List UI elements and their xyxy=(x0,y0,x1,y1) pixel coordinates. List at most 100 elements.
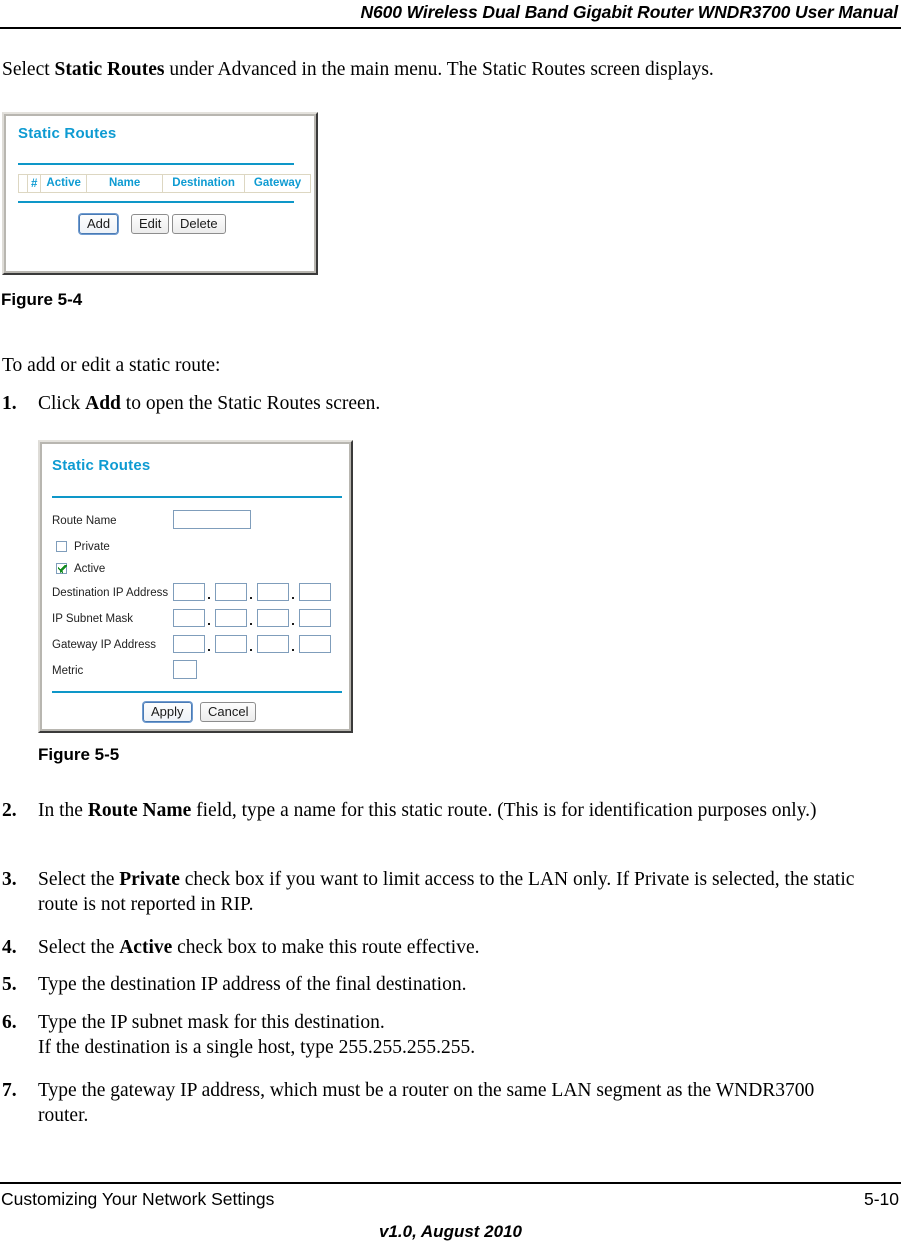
ui-divider-bottom-1 xyxy=(18,201,294,203)
step-number: 1. xyxy=(2,393,17,414)
step-number: 2. xyxy=(2,800,17,821)
private-label: Private xyxy=(74,541,110,553)
gateway-ip-octet-4[interactable] xyxy=(299,635,331,653)
step-item-5: 5. Type the destination IP address of th… xyxy=(2,972,882,997)
step-item-3: 3. Select the Private check box if you w… xyxy=(2,867,882,917)
table-header-active: Active xyxy=(40,174,87,193)
step-text-bold: Active xyxy=(119,937,173,958)
octet-separator-dot xyxy=(208,597,210,599)
route-name-input[interactable] xyxy=(173,510,251,529)
step-number: 4. xyxy=(2,937,17,958)
static-routes-table: # Active Name Destination Gateway xyxy=(18,174,312,193)
step-text-bold: Add xyxy=(85,393,121,414)
metric-label: Metric xyxy=(52,665,84,677)
footer-page-number: 5-10 xyxy=(863,1189,899,1209)
screenshot-static-routes-list: Static Routes # Active Name Destination … xyxy=(2,112,318,275)
step-text-part: Select the xyxy=(38,869,120,890)
intro-text-a: Select xyxy=(2,59,55,80)
step-text-part: Click xyxy=(38,393,86,414)
footer-chapter-title: Customizing Your Network Settings xyxy=(1,1189,275,1209)
gateway-ip-label: Gateway IP Address xyxy=(52,639,156,651)
intro-term-static-routes: Static Routes xyxy=(54,59,165,80)
ui-divider-top-1 xyxy=(18,163,294,165)
apply-button[interactable]: Apply xyxy=(143,702,192,722)
ui-divider-top-2 xyxy=(52,496,342,498)
active-label: Active xyxy=(74,563,106,575)
step-item-1: 1. Click Add to open the Static Routes s… xyxy=(2,391,882,416)
step-number: 6. xyxy=(2,1012,17,1033)
octet-separator-dot xyxy=(292,649,294,651)
step-text: Select the Private check box if you want… xyxy=(38,867,882,917)
subnet-mask-octet-2[interactable] xyxy=(215,609,247,627)
page-running-header: N600 Wireless Dual Band Gigabit Router W… xyxy=(0,0,901,32)
octet-separator-dot xyxy=(250,597,252,599)
delete-button[interactable]: Delete xyxy=(172,214,226,234)
octet-separator-dot xyxy=(250,649,252,651)
step-text-part: Select the xyxy=(38,937,120,958)
screenshot-static-routes-edit: Static Routes Route Name Private Active … xyxy=(38,440,353,733)
step-text-bold: Route Name xyxy=(87,800,192,821)
table-header-index: # xyxy=(26,174,42,193)
step-text: Select the Active check box to make this… xyxy=(38,935,882,960)
figure-caption-5-5: Figure 5-5 xyxy=(38,745,120,764)
destination-ip-label: Destination IP Address xyxy=(52,587,169,599)
ui-divider-bottom-2 xyxy=(52,691,342,693)
manual-title: N600 Wireless Dual Band Gigabit Router W… xyxy=(360,2,898,22)
table-header-destination: Destination xyxy=(162,174,245,193)
step-number: 5. xyxy=(2,974,17,995)
step-text-part: field, type a name for this static route… xyxy=(191,800,817,821)
destination-ip-octet-3[interactable] xyxy=(257,583,289,601)
intro-paragraph: Select Static Routes under Advanced in t… xyxy=(2,57,882,82)
screenshot-frame-2: Static Routes Route Name Private Active … xyxy=(40,442,351,731)
step-text-part: check box to make this route effective. xyxy=(172,937,480,958)
step-item-2: 2. In the Route Name field, type a name … xyxy=(2,798,882,823)
ui-heading-static-routes-edit: Static Routes xyxy=(52,457,151,474)
table-header-gateway: Gateway xyxy=(243,174,312,193)
step-number: 7. xyxy=(2,1080,17,1101)
route-name-label: Route Name xyxy=(52,515,117,527)
gateway-ip-octet-2[interactable] xyxy=(215,635,247,653)
octet-separator-dot xyxy=(208,649,210,651)
edit-button[interactable]: Edit xyxy=(131,214,170,234)
cancel-button[interactable]: Cancel xyxy=(200,702,257,722)
destination-ip-octet-1[interactable] xyxy=(173,583,205,601)
step-text-line-2: If the destination is a single host, typ… xyxy=(38,1037,476,1058)
screenshot-frame-1: Static Routes # Active Name Destination … xyxy=(4,114,316,273)
subnet-mask-octet-3[interactable] xyxy=(257,609,289,627)
step-text: Click Add to open the Static Routes scre… xyxy=(38,391,882,416)
destination-ip-octet-4[interactable] xyxy=(299,583,331,601)
intro-text-c: under Advanced in the main menu. The Sta… xyxy=(164,59,714,80)
octet-separator-dot xyxy=(208,623,210,625)
step-item-4: 4. Select the Active check box to make t… xyxy=(2,935,882,960)
step-text: Type the IP subnet mask for this destina… xyxy=(38,1010,882,1060)
gateway-ip-octet-3[interactable] xyxy=(257,635,289,653)
router-ui-canvas-2: Static Routes Route Name Private Active … xyxy=(42,444,349,729)
table-header-select xyxy=(18,174,28,193)
step-number: 3. xyxy=(2,869,17,890)
step-text-bold: Private xyxy=(119,869,180,890)
destination-ip-octet-2[interactable] xyxy=(215,583,247,601)
metric-input[interactable] xyxy=(173,660,197,679)
step-text: Type the destination IP address of the f… xyxy=(38,974,467,995)
private-checkbox[interactable] xyxy=(56,541,67,552)
step-text-line-1: Type the IP subnet mask for this destina… xyxy=(38,1012,385,1033)
step-text-part: to open the Static Routes screen. xyxy=(120,393,381,414)
add-button[interactable]: Add xyxy=(79,214,119,234)
subnet-mask-label: IP Subnet Mask xyxy=(52,613,133,625)
gateway-ip-octet-1[interactable] xyxy=(173,635,205,653)
step-text: Type the gateway IP address, which must … xyxy=(38,1080,815,1126)
footer-version: v1.0, August 2010 xyxy=(379,1222,522,1241)
to-add-paragraph: To add or edit a static route: xyxy=(2,355,221,376)
ui-heading-static-routes-list: Static Routes xyxy=(18,125,117,142)
header-rule xyxy=(0,27,901,29)
octet-separator-dot xyxy=(250,623,252,625)
figure-caption-5-4: Figure 5-4 xyxy=(1,290,83,309)
octet-separator-dot xyxy=(292,623,294,625)
subnet-mask-octet-1[interactable] xyxy=(173,609,205,627)
active-checkbox[interactable] xyxy=(56,563,67,574)
octet-separator-dot xyxy=(292,597,294,599)
step-text-part: In the xyxy=(38,800,88,821)
table-header-row: # Active Name Destination Gateway xyxy=(18,174,312,193)
subnet-mask-octet-4[interactable] xyxy=(299,609,331,627)
router-ui-canvas-1: Static Routes # Active Name Destination … xyxy=(6,116,314,271)
